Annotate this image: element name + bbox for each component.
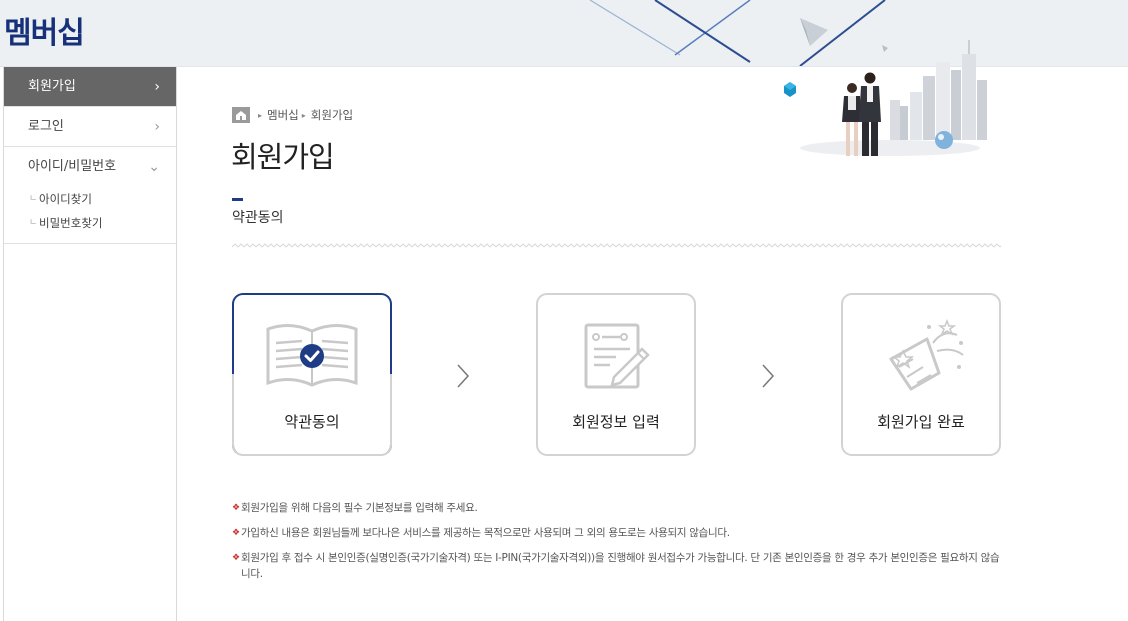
sidebar-item-login[interactable]: 로그인 ›: [4, 107, 176, 147]
chevron-down-icon: ⌄: [148, 159, 160, 175]
document-pen-icon: [538, 319, 694, 399]
section-subtitle: 약관동의: [232, 210, 284, 226]
step-member-info: 회원정보 입력: [536, 293, 696, 456]
notice-text: 회원가입을 위해 다음의 필수 기본정보를 입력해 주세요.: [241, 502, 478, 514]
sidebar-subitem-label: 비밀번호찾기: [39, 216, 103, 230]
notice-item: ❖ 회원가입을 위해 다음의 필수 기본정보를 입력해 주세요.: [232, 500, 1002, 516]
notice-text: 회원가입 후 접수 시 본인인증(실명인증(국가기술자격) 또는 I-PIN(국…: [241, 552, 1000, 580]
party-popper-icon: [843, 319, 999, 399]
book-check-icon: [234, 319, 390, 399]
sidebar-subitem-find-id[interactable]: ㄴ 아이디찾기: [4, 187, 176, 211]
breadcrumb: ▸ 멤버십 ▸ 회원가입: [232, 106, 353, 124]
bullet-icon: ❖: [232, 553, 240, 563]
breadcrumb-item[interactable]: 멤버십: [267, 107, 299, 123]
step-label: 약관동의: [284, 413, 340, 431]
step-label: 회원가입 완료: [877, 413, 965, 431]
home-icon[interactable]: [232, 107, 250, 123]
sidebar-item-signup[interactable]: 회원가입 ›: [4, 67, 176, 107]
notice-item: ❖ 가입하신 내용은 회원님들께 보다나은 서비스를 제공하는 목적으로만 사용…: [232, 525, 1002, 541]
page-title: 회원가입: [231, 140, 335, 174]
chevron-right-icon: ›: [154, 79, 160, 95]
hero-illustration: [784, 40, 987, 156]
step-label: 회원정보 입력: [572, 413, 660, 431]
sidebar-item-label: 회원가입: [28, 79, 76, 94]
chevron-right-icon: [762, 364, 775, 388]
notice-list: ❖ 회원가입을 위해 다음의 필수 기본정보를 입력해 주세요. ❖ 가입하신 …: [232, 500, 1002, 591]
sidebar-item-id-password[interactable]: 아이디/비밀번호 ⌄: [4, 147, 176, 187]
site-title[interactable]: 멤버십: [4, 8, 85, 52]
sidebar-subitem-label: 아이디찾기: [39, 192, 92, 206]
notice-item: ❖ 회원가입 후 접수 시 본인인증(실명인증(국가기술자격) 또는 I-PIN…: [232, 550, 1002, 582]
bullet-icon: ❖: [232, 528, 240, 538]
sidebar-item-label: 아이디/비밀번호: [28, 159, 117, 174]
subitem-marker: ㄴ: [29, 218, 38, 228]
breadcrumb-item-current: 회원가입: [310, 108, 354, 122]
subitem-marker: ㄴ: [29, 194, 38, 204]
chevron-right-icon: [457, 364, 470, 388]
sidebar: 회원가입 › 로그인 › 아이디/비밀번호 ⌄ ㄴ 아이디찾기 ㄴ 비밀번호찾기: [3, 67, 177, 621]
chevron-right-icon: ›: [154, 119, 160, 135]
bullet-icon: ❖: [232, 503, 240, 513]
step-agreement: 약관동의: [232, 293, 392, 456]
breadcrumb-separator: ▸: [301, 110, 306, 120]
title-accent-bar: [232, 198, 243, 201]
step-complete: 회원가입 완료: [841, 293, 1001, 456]
sidebar-subitem-find-password[interactable]: ㄴ 비밀번호찾기: [4, 211, 176, 235]
notice-text: 가입하신 내용은 회원님들께 보다나은 서비스를 제공하는 목적으로만 사용되며…: [241, 527, 730, 539]
sidebar-item-label: 로그인: [28, 119, 64, 134]
breadcrumb-separator: ▸: [258, 110, 263, 120]
sidebar-submenu: ㄴ 아이디찾기 ㄴ 비밀번호찾기: [4, 187, 176, 244]
zigzag-divider: [232, 242, 1001, 250]
